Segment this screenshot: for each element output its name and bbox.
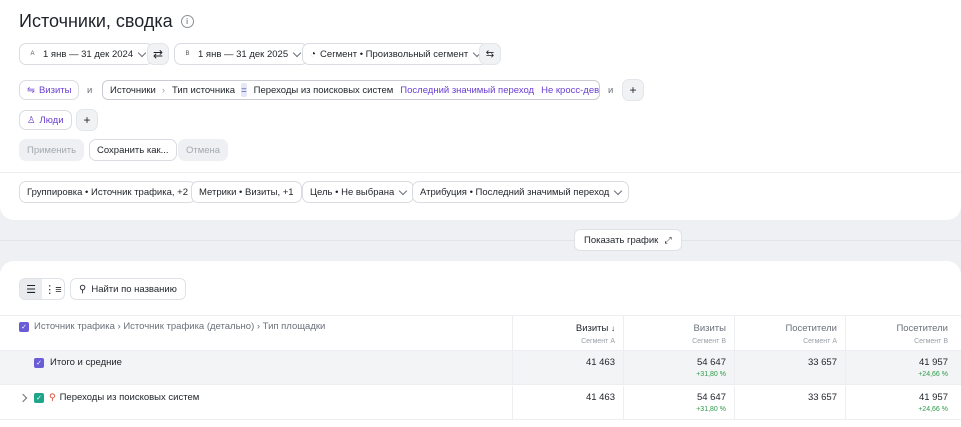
metrics-selector[interactable]: Метрики • Визиты, +1 — [191, 181, 302, 203]
column-header-visits-a[interactable]: Визиты ↓ Сегмент A — [512, 316, 623, 350]
period-a-selector[interactable]: A 1 янв — 31 дек 2024 — [19, 43, 154, 65]
column-header-visitors-b[interactable]: Посетители Сегмент B — [845, 316, 956, 350]
segment-compare-button[interactable]: ⇆ — [479, 43, 501, 65]
plus-icon: + — [83, 113, 91, 127]
device-tag[interactable]: Не кросс-девайс — [541, 85, 599, 96]
source-type-filter[interactable]: Источники › Тип источника = Переходы из … — [102, 80, 600, 100]
plus-icon: + — [629, 83, 637, 97]
table-header: ✓ Источник трафика › Источник трафика (д… — [0, 315, 961, 351]
page-title: Источники, сводка i — [19, 11, 194, 32]
column-header-visits-b[interactable]: Визиты Сегмент B — [623, 316, 734, 350]
chevron-right-icon[interactable] — [18, 393, 28, 403]
info-icon[interactable]: i — [180, 15, 194, 28]
person-icon: ♙ — [27, 114, 36, 126]
period-b-selector[interactable]: B 1 янв — 31 дек 2025 — [174, 43, 309, 65]
list-view-icon[interactable]: ☰ — [20, 279, 42, 299]
segment-a-badge: A — [30, 51, 35, 57]
add-filter-button[interactable]: + — [622, 79, 644, 101]
equals-operator[interactable]: = — [241, 83, 247, 97]
goal-selector[interactable]: Цель • Не выбрана — [302, 181, 415, 203]
column-header-visitors-a[interactable]: Посетители Сегмент A — [734, 316, 845, 350]
chevron-down-icon — [137, 48, 147, 57]
sort-desc-icon: ↓ — [611, 324, 615, 333]
save-as-button[interactable]: Сохранить как... — [89, 139, 177, 161]
chevron-down-icon — [399, 186, 408, 195]
divider — [0, 172, 961, 173]
add-people-filter-button[interactable]: + — [76, 109, 98, 131]
table-total-row: ✓ Итого и средние 41 463 54 647 +31,80 % … — [0, 351, 961, 385]
checkbox-icon[interactable]: ✓ — [34, 392, 44, 403]
attribution-tag[interactable]: Последний значимый переход — [400, 85, 534, 96]
grouping-selector[interactable]: Группировка • Источник трафика, +2 — [19, 181, 196, 203]
swap-periods-button[interactable]: ⇄ — [147, 43, 169, 65]
chart-divider — [0, 240, 961, 241]
search-by-name-button[interactable]: ⚲ Найти по названию — [70, 278, 186, 300]
swap-icon: ⇄ — [152, 47, 164, 61]
chevron-down-icon — [292, 48, 302, 57]
cancel-button[interactable]: Отмена — [178, 139, 229, 161]
and-label: и — [608, 85, 614, 96]
checkbox-icon[interactable]: ✓ — [34, 357, 44, 368]
search-icon: ⚲ — [79, 283, 87, 295]
tree-view-icon[interactable]: ⋮≡ — [42, 279, 64, 299]
attribution-selector[interactable]: Атрибуция • Последний значимый переход — [412, 181, 630, 203]
apply-button[interactable]: Применить — [19, 139, 85, 161]
table-row[interactable]: ✓ ⚲ Переходы из поисковых систем 41 463 … — [0, 386, 961, 420]
compare-icon: ⇆ — [485, 48, 495, 60]
show-chart-button[interactable]: Показать график ⤢ — [574, 229, 682, 251]
expand-icon: ⤢ — [664, 234, 672, 245]
visits-icon: ⇋ — [27, 84, 35, 96]
people-condition-chip[interactable]: ♙ Люди — [19, 110, 72, 130]
pie-icon: ◔ — [310, 48, 317, 60]
and-label: и — [87, 85, 93, 96]
search-engine-icon: ⚲ — [49, 392, 56, 402]
chevron-down-icon — [614, 186, 623, 195]
visits-condition-chip[interactable]: ⇋ Визиты — [19, 80, 80, 100]
checkbox-icon[interactable]: ✓ — [19, 321, 29, 332]
view-mode-toggle[interactable]: ☰ ⋮≡ — [19, 278, 65, 300]
segment-selector[interactable]: ◔ Сегмент • Произвольный сегмент — [302, 43, 489, 65]
segment-b-badge: B — [185, 51, 190, 57]
dimension-header[interactable]: ✓ Источник трафика › Источник трафика (д… — [19, 321, 325, 332]
